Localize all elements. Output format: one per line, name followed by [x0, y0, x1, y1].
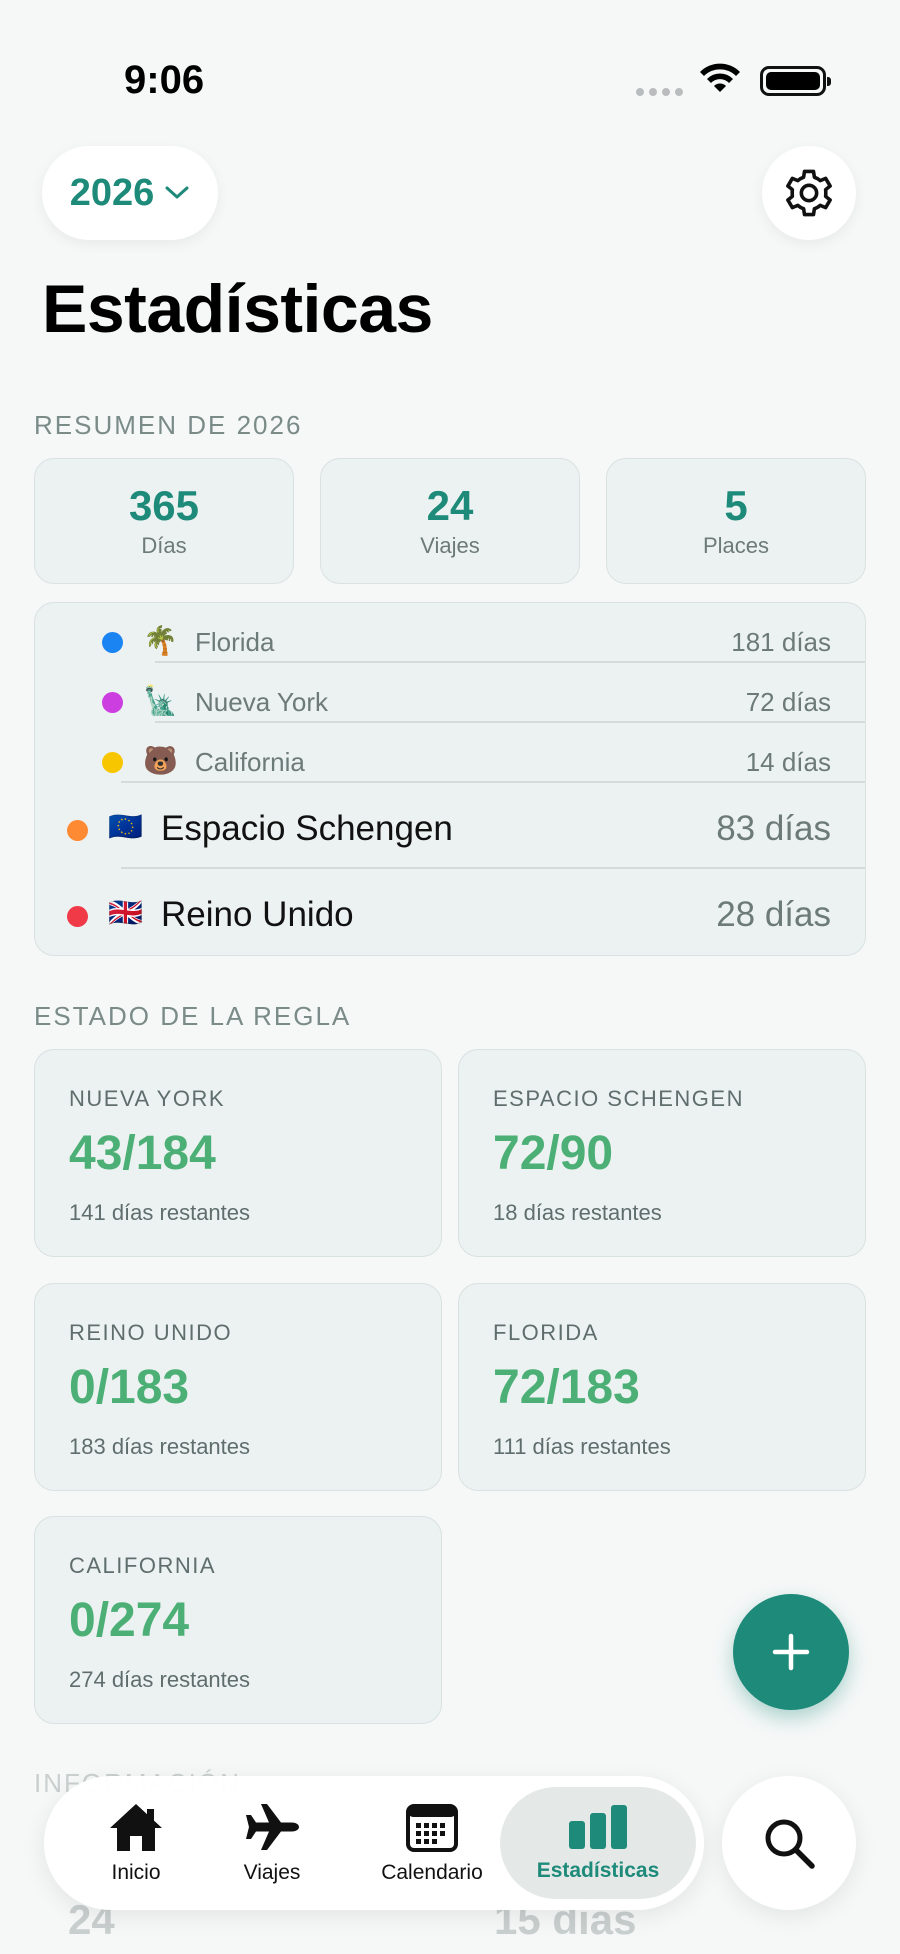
color-dot [102, 632, 123, 653]
status-time: 9:06 [124, 58, 205, 102]
house-icon [110, 1804, 162, 1851]
chevron-down-icon [165, 186, 189, 199]
rule-remaining: 183 días restantes [69, 1434, 251, 1459]
tab-bar: Inicio Viajes Calendario Estadísticas [44, 1776, 704, 1910]
rule-value: 72/90 [493, 1127, 614, 1180]
rule-card-espacio-schengen[interactable]: ESPACIO SCHENGEN 72/90 18 días restantes [458, 1049, 866, 1257]
status-bar: 9:06 [0, 0, 900, 160]
rule-remaining: 18 días restantes [493, 1200, 662, 1225]
color-dot [67, 906, 88, 927]
plus-icon [772, 1633, 810, 1671]
tab-viajes[interactable]: Viajes [222, 1776, 322, 1910]
summary-section-label: RESUMEN DE 2026 [34, 410, 303, 440]
uk-flag-icon: 🇬🇧 [108, 897, 143, 928]
rule-title: REINO UNIDO [69, 1320, 233, 1345]
rule-card-nueva-york[interactable]: NUEVA YORK 43/184 141 días restantes [34, 1049, 442, 1257]
rule-value: 43/184 [69, 1127, 216, 1180]
tab-label: Viajes [243, 1861, 301, 1884]
tab-label: Estadísticas [536, 1859, 660, 1882]
search-icon [765, 1819, 815, 1869]
bear-icon: 🐻 [143, 745, 178, 776]
search-button[interactable] [722, 1776, 856, 1910]
color-dot [102, 752, 123, 773]
summary-card-days: 365 Días [34, 458, 294, 584]
summary-value: 5 [724, 481, 748, 529]
statue-of-liberty-icon: 🗽 [143, 685, 178, 716]
calendar-icon [406, 1804, 458, 1852]
summary-label: Días [141, 533, 187, 559]
tab-estadisticas[interactable]: Estadísticas [500, 1787, 696, 1899]
tab-calendario[interactable]: Calendario [362, 1776, 502, 1910]
place-row-reino-unido[interactable]: 🇬🇧 Reino Unido 28 días [35, 875, 865, 955]
add-trip-button[interactable] [733, 1594, 849, 1710]
settings-button[interactable] [762, 146, 856, 240]
place-days: 83 días [716, 809, 831, 848]
place-days: 181 días [731, 627, 831, 657]
rule-remaining: 111 días restantes [493, 1434, 671, 1459]
palm-tree-icon: 🌴 [143, 625, 178, 656]
color-dot [102, 692, 123, 713]
rule-value: 0/274 [69, 1594, 190, 1647]
tab-label: Inicio [111, 1861, 161, 1884]
rule-title: CALIFORNIA [69, 1553, 217, 1578]
cellular-signal-icon [636, 88, 683, 96]
rule-value: 0/183 [69, 1361, 190, 1414]
place-name: Espacio Schengen [161, 809, 453, 848]
wifi-icon [700, 63, 740, 92]
rule-value: 72/183 [493, 1361, 640, 1414]
tab-inicio[interactable]: Inicio [86, 1776, 186, 1910]
tab-label: Calendario [381, 1861, 483, 1884]
rules-section-label: ESTADO DE LA REGLA [34, 1001, 352, 1031]
place-days: 14 días [745, 747, 831, 777]
place-name: California [195, 747, 305, 777]
page-title: Estadísticas [42, 271, 433, 347]
place-name: Nueva York [195, 687, 328, 717]
places-breakdown-card: 🌴 Florida 181 días 🗽 Nueva York 72 días … [34, 602, 866, 956]
rule-card-florida[interactable]: FLORIDA 72/183 111 días restantes [458, 1283, 866, 1491]
year-selector[interactable]: 2026 [42, 146, 218, 240]
rule-card-california[interactable]: CALIFORNIA 0/274 274 días restantes [34, 1516, 442, 1724]
place-days: 28 días [716, 895, 831, 934]
place-name: Florida [195, 627, 275, 657]
summary-value: 24 [426, 481, 474, 529]
gear-icon [786, 169, 832, 217]
rule-title: FLORIDA [493, 1320, 599, 1345]
summary-label: Places [702, 533, 770, 559]
rule-card-reino-unido[interactable]: REINO UNIDO 0/183 183 días restantes [34, 1283, 442, 1491]
place-name: Reino Unido [161, 895, 354, 934]
summary-card-trips: 24 Viajes [320, 458, 580, 584]
eu-flag-icon: 🇪🇺 [108, 811, 143, 842]
rule-title: ESPACIO SCHENGEN [493, 1086, 744, 1111]
rule-remaining: 274 días restantes [69, 1667, 251, 1692]
airplane-icon [246, 1804, 299, 1850]
summary-label: Viajes [420, 533, 480, 559]
summary-value: 365 [128, 481, 200, 529]
battery-icon [760, 66, 831, 96]
summary-card-places: 5 Places [606, 458, 866, 584]
year-label: 2026 [69, 171, 155, 214]
rule-title: NUEVA YORK [69, 1086, 226, 1111]
place-row-espacio-schengen[interactable]: 🇪🇺 Espacio Schengen 83 días [35, 789, 865, 869]
bar-chart-icon [569, 1805, 627, 1849]
color-dot [67, 820, 88, 841]
rule-remaining: 141 días restantes [69, 1200, 251, 1225]
place-days: 72 días [745, 687, 831, 717]
